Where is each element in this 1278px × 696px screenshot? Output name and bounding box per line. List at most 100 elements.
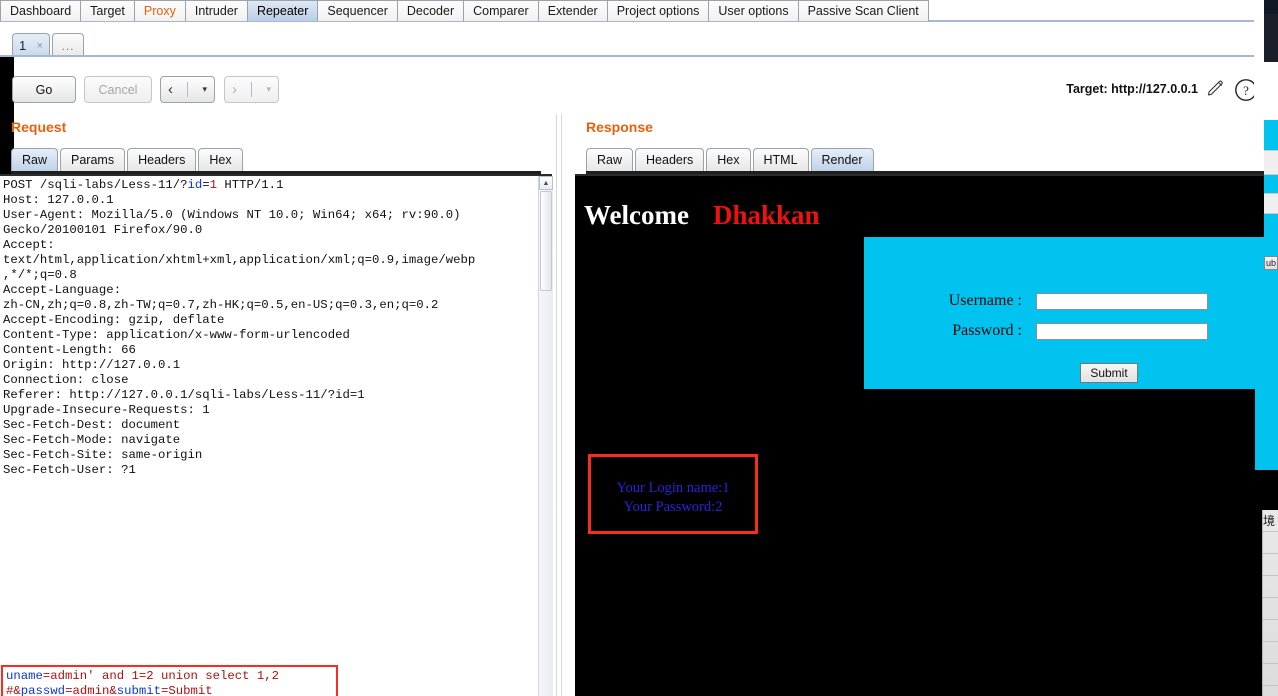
background-form-strip — [1264, 214, 1278, 256]
main-tab-label: Dashboard — [10, 4, 72, 18]
main-tab-extender[interactable]: Extender — [538, 0, 608, 21]
username-input[interactable] — [1036, 292, 1208, 310]
tab-label: HTML — [763, 153, 798, 167]
response-tab-html[interactable]: HTML — [752, 148, 809, 171]
response-tab-raw[interactable]: Raw — [586, 148, 634, 171]
username-label: Username : — [948, 292, 1022, 309]
main-tab-intruder[interactable]: Intruder — [185, 0, 248, 21]
scrollbar-thumb[interactable] — [540, 191, 552, 291]
main-tab-sequencer[interactable]: Sequencer — [318, 0, 398, 21]
list-item — [1263, 532, 1278, 554]
background-cyan-block — [1255, 294, 1278, 470]
response-render-view: Welcome Dhakkan Username : Password : Sub… — [575, 174, 1264, 696]
request-header-line: Accept-Language: — [3, 283, 122, 297]
go-button[interactable]: Go — [12, 76, 76, 103]
background-black-block — [1255, 470, 1278, 510]
request-tab-raw[interactable]: Raw — [11, 148, 59, 171]
request-header-line: text/html,application/xhtml+xml,applicat… — [3, 253, 476, 267]
close-icon[interactable]: × — [37, 40, 43, 52]
tab-label: Hex — [717, 153, 740, 167]
password-input[interactable] — [1036, 322, 1208, 340]
request-raw-text: POST /sqli-labs/Less-11/?id=1 HTTP/1.1 H… — [3, 178, 533, 478]
main-tab-repeater[interactable]: Repeater — [247, 0, 319, 21]
request-header-line: Origin: http://127.0.0.1 — [3, 358, 181, 372]
main-tab-target[interactable]: Target — [81, 0, 135, 21]
request-header-line: Accept-Encoding: gzip, deflate — [3, 313, 225, 327]
request-header-line: Gecko/20100101 Firefox/90.0 — [3, 223, 203, 237]
background-input-strip — [1264, 193, 1278, 214]
background-form-strip — [1264, 120, 1278, 150]
request-tab-hex[interactable]: Hex — [198, 148, 243, 171]
main-tab-label: Sequencer — [327, 4, 388, 18]
background-submit-button[interactable]: ub — [1264, 256, 1278, 270]
repeater-tab-number: 1 — [19, 38, 27, 53]
tab-label: Hex — [209, 153, 232, 167]
main-tab-label: Target — [90, 4, 125, 18]
background-form-strip — [1264, 175, 1278, 193]
main-tab-decoder[interactable]: Decoder — [397, 0, 465, 21]
chevron-down-icon[interactable]: ▾ — [266, 85, 271, 94]
submit-button[interactable]: Submit — [1080, 363, 1138, 383]
scroll-up-icon[interactable]: ▲ — [539, 176, 553, 190]
login-form: Username : Password : Submit — [864, 237, 1264, 389]
body-amp: & — [13, 684, 21, 696]
welcome-name: Dhakkan — [712, 200, 820, 230]
body-param-uname: uname — [6, 669, 43, 683]
background-input-strip — [1264, 150, 1278, 175]
forward-button[interactable]: › ▾ — [224, 76, 279, 103]
list-item — [1263, 664, 1278, 686]
main-tab-label: Passive Scan Client — [807, 4, 919, 18]
go-label: Go — [35, 82, 53, 97]
background-toolbar — [1264, 14, 1278, 62]
request-header-line: ,*/*;q=0.8 — [3, 268, 77, 282]
list-item — [1263, 598, 1278, 620]
request-raw-editor[interactable]: POST /sqli-labs/Less-11/?id=1 HTTP/1.1 H… — [0, 174, 552, 696]
request-header-line: Upgrade-Insecure-Requests: 1 — [3, 403, 210, 417]
background-window-sliver — [1254, 0, 1264, 112]
main-tab-passive-scan-client[interactable]: Passive Scan Client — [798, 0, 929, 21]
request-line-param-name: id — [187, 178, 203, 192]
body-value-passwd: =admin — [65, 684, 110, 696]
repeater-tab-1[interactable]: 1 × — [12, 33, 50, 57]
back-button[interactable]: ‹ ▾ — [160, 76, 215, 103]
main-tab-project-options[interactable]: Project options — [607, 0, 710, 21]
svg-text:?: ? — [1243, 83, 1249, 98]
chevron-right-icon: › — [232, 81, 237, 98]
pencil-icon[interactable] — [1206, 79, 1226, 99]
main-tab-proxy[interactable]: Proxy — [134, 0, 186, 21]
request-header-line: Sec-Fetch-Mode: navigate — [3, 433, 181, 447]
request-vertical-scrollbar[interactable]: ▲ — [538, 176, 553, 696]
request-header-line: Sec-Fetch-Dest: document — [3, 418, 181, 432]
request-body-text: uname=admin' and 1=2 union select 1,2 #&… — [6, 669, 279, 696]
main-tab-comparer[interactable]: Comparer — [464, 0, 539, 21]
new-tab-label: ... — [61, 38, 75, 53]
divider — [187, 82, 189, 97]
body-value-uname: =admin' and 1=2 union select 1,2 — [42, 669, 280, 683]
cancel-button[interactable]: Cancel — [84, 76, 152, 103]
response-tab-render[interactable]: Render — [810, 148, 874, 171]
response-tab-headers[interactable]: Headers — [635, 148, 705, 171]
request-header-line: Content-Length: 66 — [3, 343, 136, 357]
background-titlebar — [1264, 0, 1278, 14]
pane-divider[interactable] — [556, 114, 562, 696]
main-tab-label: Proxy — [143, 4, 176, 18]
response-tab-hex[interactable]: Hex — [706, 148, 751, 171]
request-tab-headers[interactable]: Headers — [127, 148, 197, 171]
request-line-param-value: 1 — [209, 178, 218, 192]
main-tab-label: Project options — [616, 4, 700, 18]
request-tab-params[interactable]: Params — [60, 148, 126, 171]
request-header-line: Accept: — [3, 238, 55, 252]
new-repeater-tab-button[interactable]: ... — [52, 33, 84, 57]
main-tab-label: Extender — [547, 4, 598, 18]
main-tab-dashboard[interactable]: Dashboard — [0, 0, 82, 21]
username-row: Username : — [910, 292, 1208, 310]
result-login-name: Your Login name:1 — [616, 480, 730, 496]
chevron-down-icon[interactable]: ▾ — [202, 85, 207, 94]
success-banner: SUCCESSFULLY LOGGED IN — [575, 554, 1264, 696]
main-tab-user-options[interactable]: User options — [709, 0, 799, 21]
response-panel-title: Response — [586, 119, 653, 135]
request-panel-title: Request — [11, 119, 67, 135]
main-tab-label: Repeater — [256, 4, 309, 18]
chevron-left-icon: ‹ — [168, 81, 173, 98]
result-password: Your Password:2 — [623, 499, 723, 515]
